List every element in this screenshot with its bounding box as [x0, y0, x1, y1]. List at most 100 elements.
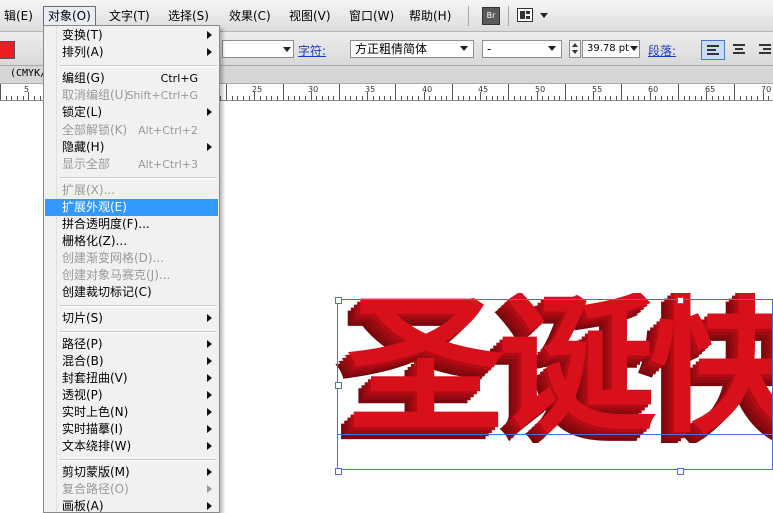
chevron-down-icon[interactable]: [460, 46, 468, 51]
align-right-button[interactable]: [754, 40, 773, 60]
selection-handle[interactable]: [335, 468, 342, 475]
chevron-down-icon[interactable]: [540, 13, 548, 18]
align-center-button[interactable]: [728, 40, 752, 60]
menu-item-create-object-mosaic[interactable]: 创建对象马赛克(J)...: [45, 267, 218, 284]
menu-item-unlock-all[interactable]: 全部解锁(K) Alt+Ctrl+2: [45, 122, 218, 139]
stepper-up-icon[interactable]: [572, 43, 578, 47]
menu-item-compound-path[interactable]: 复合路径(O): [45, 481, 218, 498]
menu-item-shortcut: Alt+Ctrl+3: [138, 158, 198, 171]
align-left-button[interactable]: [701, 40, 725, 60]
menu-item-show-all[interactable]: 显示全部 Alt+Ctrl+3: [45, 156, 218, 173]
ruler-tick: [627, 96, 628, 100]
ruler-tick: [610, 96, 611, 100]
menu-window[interactable]: 窗口(W): [345, 7, 398, 25]
menu-item-rasterize[interactable]: 栅格化(Z)...: [45, 233, 218, 250]
chevron-down-icon[interactable]: [630, 46, 638, 51]
menu-object[interactable]: 对象(O): [43, 6, 96, 26]
menu-item-transform[interactable]: 变换(T): [45, 27, 218, 44]
menu-item-ungroup[interactable]: 取消编组(U) Shift+Ctrl+G: [45, 87, 218, 104]
submenu-arrow-icon: [207, 391, 212, 399]
menu-item-blend[interactable]: 混合(B): [45, 353, 218, 370]
selection-bounding-box[interactable]: [337, 299, 773, 470]
ruler-tick: [486, 96, 487, 100]
menu-item-shortcut: Ctrl+G: [160, 72, 198, 85]
menu-item-clipping-mask[interactable]: 剪切蒙版(M): [45, 464, 218, 481]
menu-item-artboards[interactable]: 画板(A): [45, 498, 218, 512]
menu-item-label: 文本绕排(W): [62, 439, 132, 453]
bridge-icon[interactable]: Br: [482, 7, 500, 25]
ruler-tick: [475, 96, 476, 100]
selection-handle[interactable]: [677, 297, 684, 304]
menu-item-label: 排列(A): [62, 45, 104, 59]
menu-item-create-gradient-mesh[interactable]: 创建渐变网格(D)...: [45, 250, 218, 267]
submenu-arrow-icon: [207, 48, 212, 56]
menu-item-label: 拼合透明度(F)...: [62, 217, 150, 231]
ruler-tick: [695, 96, 696, 100]
menu-item-arrange[interactable]: 排列(A): [45, 44, 218, 61]
menu-item-slice[interactable]: 切片(S): [45, 310, 218, 327]
ruler-tick: [740, 96, 741, 100]
selection-handle[interactable]: [335, 382, 342, 389]
fill-color-swatch[interactable]: [0, 41, 15, 59]
menu-item-path[interactable]: 路径(P): [45, 336, 218, 353]
ruler-tick: [0, 84, 1, 100]
paragraph-panel-link[interactable]: 段落:: [648, 42, 676, 59]
menu-effect[interactable]: 效果(C): [225, 7, 275, 25]
menu-item-hide[interactable]: 隐藏(H): [45, 139, 218, 156]
ruler-tick: [429, 96, 430, 100]
ruler-tick: [531, 96, 532, 100]
menu-item-text-wrap[interactable]: 文本绕排(W): [45, 438, 218, 455]
ruler-tick: [294, 96, 295, 100]
submenu-arrow-icon: [207, 108, 212, 116]
ruler-tick: [367, 92, 368, 100]
submenu-arrow-icon: [207, 314, 212, 322]
ruler-tick: [667, 96, 668, 100]
ruler-tick: [757, 96, 758, 100]
selection-handle[interactable]: [335, 297, 342, 304]
menu-item-live-paint[interactable]: 实时上色(N): [45, 404, 218, 421]
ruler-tick: [266, 96, 267, 100]
ruler-tick: [28, 92, 29, 100]
ruler-tick: [288, 96, 289, 100]
menu-item-lock[interactable]: 锁定(L): [45, 104, 218, 121]
menu-item-expand[interactable]: 扩展(X)...: [45, 182, 218, 199]
menu-help[interactable]: 帮助(H): [405, 7, 455, 25]
ruler-tick: [723, 96, 724, 100]
ruler-tick: [401, 96, 402, 100]
menu-item-label: 隐藏(H): [62, 140, 105, 154]
menu-item-label: 剪切蒙版(M): [62, 465, 130, 479]
menu-item-flatten-transparency[interactable]: 拼合透明度(F)...: [45, 216, 218, 233]
menu-item-label: 复合路径(O): [62, 482, 129, 496]
arrange-documents-icon[interactable]: [517, 8, 533, 22]
document-tab-label: (CMYK/: [10, 68, 47, 79]
menu-item-envelope-distort[interactable]: 封套扭曲(V): [45, 370, 218, 387]
menu-type[interactable]: 文字(T): [105, 7, 154, 25]
menu-item-label: 变换(T): [62, 28, 103, 42]
chevron-down-icon[interactable]: [548, 46, 556, 51]
font-size-stepper[interactable]: [569, 40, 581, 58]
ruler-tick: [322, 96, 323, 100]
menu-item-expand-appearance[interactable]: 扩展外观(E): [45, 199, 218, 216]
font-family-select[interactable]: 方正粗倩简体: [350, 40, 474, 58]
menu-item-group[interactable]: 编组(G) Ctrl+G: [45, 70, 218, 87]
selection-handle[interactable]: [677, 468, 684, 475]
submenu-arrow-icon: [207, 502, 212, 510]
menu-separator: [60, 305, 217, 307]
submenu-arrow-icon: [207, 31, 212, 39]
menubar-separator: [468, 6, 469, 26]
ruler-tick: [644, 96, 645, 100]
ruler-tick: [345, 96, 346, 100]
character-panel-link[interactable]: 字符:: [298, 42, 326, 59]
menu-item-label: 扩展(X)...: [62, 183, 116, 197]
menu-item-perspective[interactable]: 透视(P): [45, 387, 218, 404]
menu-item-create-trim-marks[interactable]: 创建裁切标记(C): [45, 284, 218, 301]
stepper-down-icon[interactable]: [572, 50, 578, 54]
menu-edit[interactable]: 辑(E): [0, 7, 37, 25]
menu-item-label: 锁定(L): [62, 105, 103, 119]
menu-item-live-trace[interactable]: 实时描摹(I): [45, 421, 218, 438]
menu-select[interactable]: 选择(S): [164, 7, 213, 25]
ruler-tick: [689, 96, 690, 100]
ruler-tick: [751, 96, 752, 100]
menu-view[interactable]: 视图(V): [285, 7, 335, 25]
stroke-style-dropdown[interactable]: [280, 40, 294, 58]
